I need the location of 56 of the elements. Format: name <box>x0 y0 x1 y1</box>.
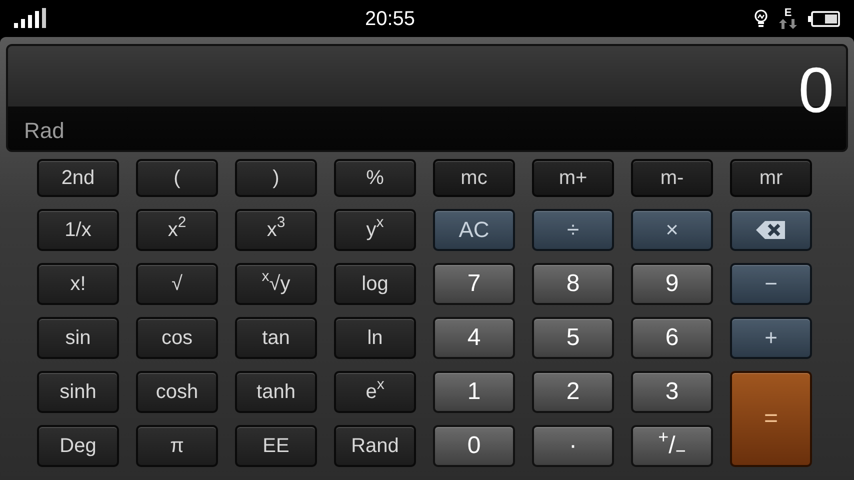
digit-key[interactable]: 7 <box>433 263 515 305</box>
function-key[interactable]: Rand <box>334 425 416 467</box>
digit-key[interactable]: 4 <box>433 317 515 359</box>
signal-icon <box>14 8 46 28</box>
function-key[interactable]: ln <box>334 317 416 359</box>
function-key[interactable]: 2nd <box>37 159 119 197</box>
network-type: E <box>784 8 792 19</box>
operator-key[interactable]: × <box>631 209 713 251</box>
digit-key[interactable]: $^{+}$/$_{−}$ <box>631 425 713 467</box>
function-key[interactable]: Deg <box>37 425 119 467</box>
operator-key[interactable]: AC <box>433 209 515 251</box>
digit-key[interactable]: 1 <box>433 371 515 413</box>
function-key[interactable]: % <box>334 159 416 197</box>
digit-key[interactable]: 2 <box>532 371 614 413</box>
digit-key[interactable]: 3 <box>631 371 713 413</box>
function-key[interactable]: ) <box>235 159 317 197</box>
battery-icon <box>808 10 840 26</box>
digit-key[interactable]: · <box>532 425 614 467</box>
backspace-key[interactable] <box>730 209 812 251</box>
digit-key[interactable]: 6 <box>631 317 713 359</box>
function-key[interactable]: √ <box>136 263 218 305</box>
equals-key[interactable]: = <box>730 371 812 467</box>
function-key[interactable]: cosh <box>136 371 218 413</box>
function-key[interactable]: sinh <box>37 371 119 413</box>
function-key[interactable]: 1/x <box>37 209 119 251</box>
memory-key[interactable]: mc <box>433 159 515 197</box>
function-key[interactable]: EE <box>235 425 317 467</box>
function-key[interactable]: ( <box>136 159 218 197</box>
digit-key[interactable]: 5 <box>532 317 614 359</box>
function-key[interactable]: sin <box>37 317 119 359</box>
function-key[interactable]: x$^{2}$ <box>136 209 218 251</box>
data-arrows-icon <box>778 19 798 29</box>
operator-key[interactable]: + <box>730 317 812 359</box>
digit-key[interactable]: 8 <box>532 263 614 305</box>
function-key[interactable]: $^{x}$√y <box>235 263 317 305</box>
operator-key[interactable]: ÷ <box>532 209 614 251</box>
angle-mode-label: Rad <box>24 117 64 145</box>
function-key[interactable]: cos <box>136 317 218 359</box>
display-value: 0 <box>798 58 834 122</box>
backspace-icon <box>755 220 787 240</box>
function-key[interactable]: y$^{x}$ <box>334 209 416 251</box>
function-key[interactable]: log <box>334 263 416 305</box>
operator-key[interactable]: − <box>730 263 812 305</box>
digit-key[interactable]: 0 <box>433 425 515 467</box>
function-key[interactable]: x! <box>37 263 119 305</box>
digit-key[interactable]: 9 <box>631 263 713 305</box>
function-key[interactable]: π <box>136 425 218 467</box>
memory-key[interactable]: m+ <box>532 159 614 197</box>
status-time: 20:55 <box>364 6 416 32</box>
memory-key[interactable]: mr <box>730 159 812 197</box>
function-key[interactable]: tan <box>235 317 317 359</box>
function-key[interactable]: e$^{x}$ <box>334 371 416 413</box>
function-key[interactable]: tanh <box>235 371 317 413</box>
memory-key[interactable]: m- <box>631 159 713 197</box>
lightbulb-icon <box>754 8 768 28</box>
function-key[interactable]: x$^{3}$ <box>235 209 317 251</box>
